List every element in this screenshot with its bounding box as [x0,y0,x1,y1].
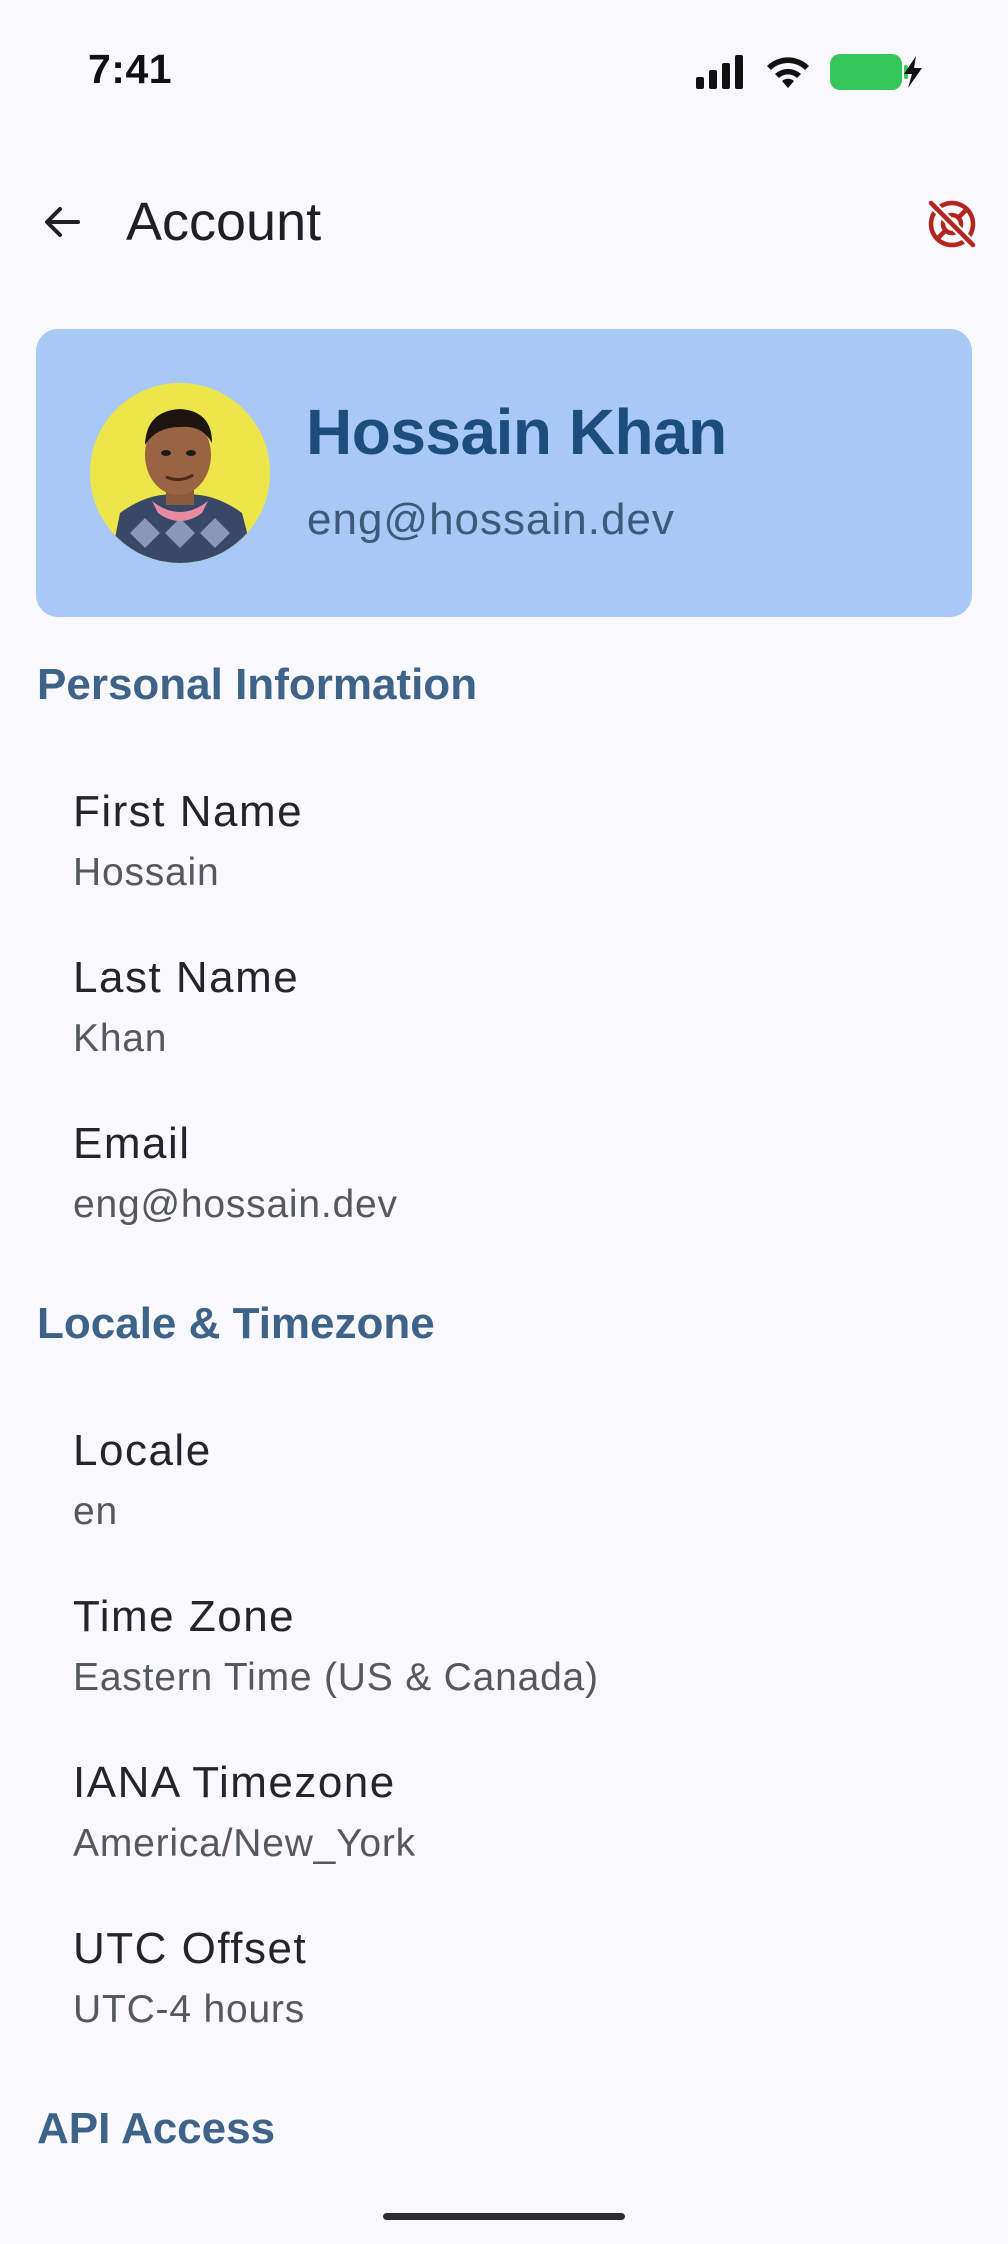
email-field[interactable]: Email eng@hossain.dev [73,1118,398,1228]
field-label: Locale [73,1426,212,1475]
field-label: First Name [73,787,304,836]
battery-icon [830,54,922,90]
field-label: UTC Offset [73,1924,308,1973]
last-name-field[interactable]: Last Name Khan [73,952,299,1062]
avatar [90,383,270,563]
field-value: Eastern Time (US & Canada) [73,1656,599,1699]
field-value: Khan [73,1017,168,1060]
avatar-image [90,383,270,563]
section-title-api: API Access [37,2104,276,2153]
field-value: en [73,1490,118,1533]
profile-card: Hossain Khan eng@hossain.dev [36,329,972,617]
wifi-icon [767,57,809,88]
first-name-field[interactable]: First Name Hossain [73,786,303,896]
signal-icon [696,55,743,89]
field-value: UTC-4 hours [73,1988,306,2031]
status-bar: 7:41 [0,0,1008,140]
field-value: America/New_York [73,1822,416,1865]
app-bar: Account [0,180,1008,264]
field-label: Time Zone [73,1592,296,1641]
profile-email: eng@hossain.dev [307,495,675,544]
locale-field[interactable]: Locale en [73,1425,212,1535]
support-off-button[interactable] [920,192,984,256]
home-indicator[interactable] [383,2213,625,2220]
page-title: Account [126,192,322,252]
iana-timezone-field[interactable]: IANA Timezone America/New_York [73,1757,416,1867]
field-value: Hossain [73,851,220,894]
section-title-locale: Locale & Timezone [37,1299,435,1348]
status-icons [696,52,924,92]
support-off-icon [926,198,978,250]
utc-offset-field[interactable]: UTC Offset UTC-4 hours [73,1923,307,2033]
field-value: eng@hossain.dev [73,1183,398,1226]
section-title-personal: Personal Information [37,660,478,709]
status-time: 7:41 [88,46,173,92]
field-label: Email [73,1119,191,1168]
field-label: IANA Timezone [73,1758,396,1807]
field-label: Last Name [73,953,300,1002]
time-zone-field[interactable]: Time Zone Eastern Time (US & Canada) [73,1591,599,1701]
arrow-left-icon [45,207,80,237]
back-button[interactable] [32,192,92,252]
profile-name: Hossain Khan [306,396,727,468]
